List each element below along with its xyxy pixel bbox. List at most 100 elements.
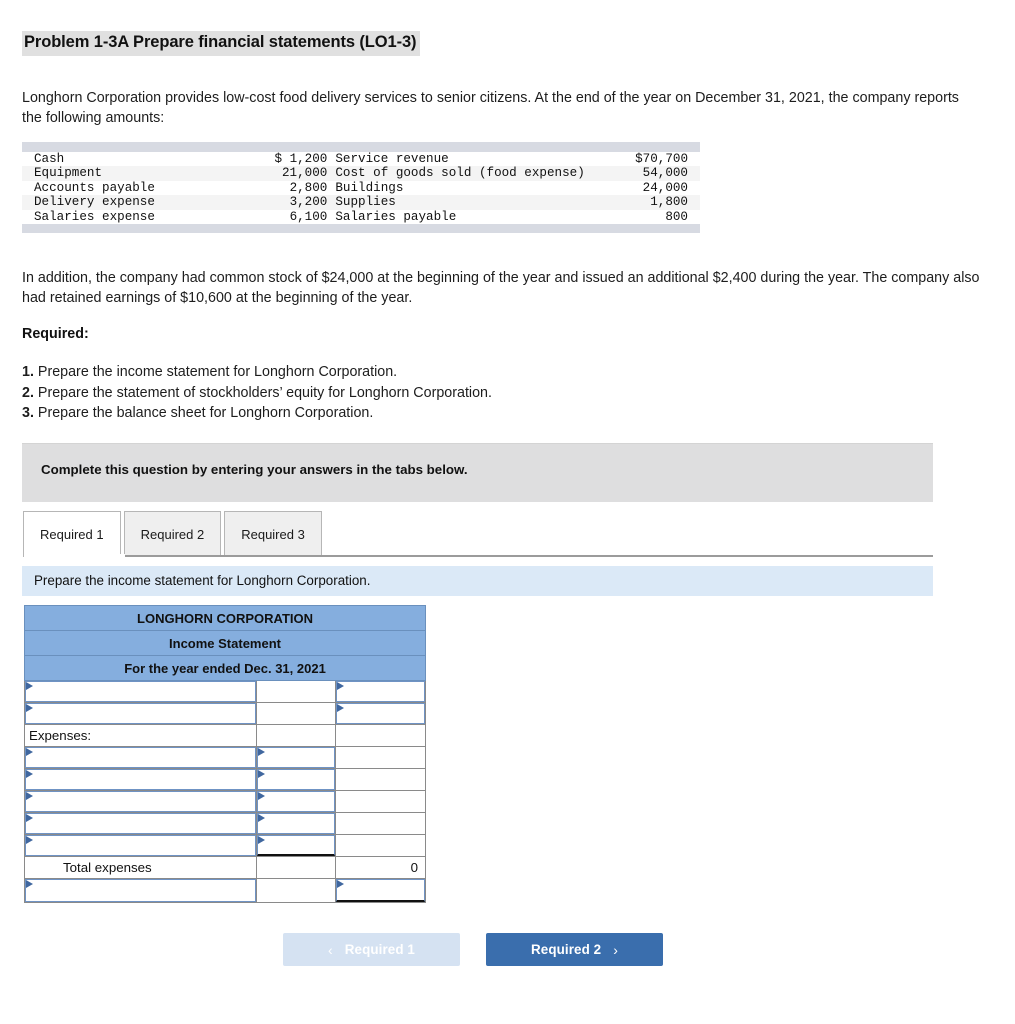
- expense-label-input-4[interactable]: [25, 813, 256, 834]
- expense-label-input-1[interactable]: [25, 747, 256, 768]
- revenue-amount-input-2[interactable]: [336, 703, 426, 724]
- worksheet-cell-col2[interactable]: [256, 812, 336, 835]
- worksheet-cell-label[interactable]: [24, 790, 257, 813]
- dropdown-wrapper[interactable]: [25, 703, 256, 724]
- expense-amount-input-3[interactable]: [257, 791, 335, 812]
- worksheet-cell-label[interactable]: [24, 768, 257, 791]
- tab-required-2[interactable]: Required 2: [123, 511, 222, 557]
- dropdown-wrapper[interactable]: [336, 681, 426, 702]
- revenue-label-input-1[interactable]: [25, 681, 256, 702]
- income-statement-worksheet: LONGHORN CORPORATION Income Statement Fo…: [23, 605, 427, 903]
- worksheet-cell-col3[interactable]: [334, 680, 427, 703]
- expense-amount-input-5[interactable]: [257, 835, 335, 856]
- dropdown-wrapper[interactable]: [257, 791, 335, 812]
- list-item: 2. Prepare the statement of stockholders…: [22, 383, 492, 404]
- dropdown-wrapper[interactable]: [25, 835, 256, 856]
- dropdown-wrapper[interactable]: [257, 813, 335, 834]
- dropdown-wrapper[interactable]: [257, 747, 335, 768]
- table-row: Cash $ 1,200 Service revenue $70,700: [22, 152, 700, 166]
- worksheet-cell-col2: [256, 680, 336, 703]
- net-income-amount-input[interactable]: [336, 879, 426, 902]
- worksheet-cell-label[interactable]: [24, 812, 257, 835]
- dropdown-wrapper[interactable]: [257, 769, 335, 790]
- worksheet-header-row: Income Statement: [23, 630, 427, 656]
- previous-requirement-button[interactable]: ‹ Required 1: [283, 933, 460, 966]
- worksheet-statement-name: Income Statement: [23, 630, 427, 656]
- worksheet-cell-col2[interactable]: [256, 790, 336, 813]
- expense-label-input-3[interactable]: [25, 791, 256, 812]
- complete-question-text: Complete this question by entering your …: [41, 462, 468, 477]
- expenses-section-label: Expenses:: [24, 724, 257, 747]
- net-income-label-input[interactable]: [25, 879, 256, 902]
- table-row: [24, 878, 427, 903]
- worksheet-cell-label[interactable]: [24, 834, 257, 857]
- expense-amount-input-2[interactable]: [257, 769, 335, 790]
- amounts-value-2: $70,700: [635, 152, 688, 166]
- expense-label-input-5[interactable]: [25, 835, 256, 856]
- amounts-table-grid: Cash $ 1,200 Service revenue $70,700 Equ…: [22, 152, 700, 224]
- dropdown-wrapper[interactable]: [25, 879, 256, 902]
- revenue-amount-input-1[interactable]: [336, 681, 426, 702]
- revenue-label-input-2[interactable]: [25, 703, 256, 724]
- worksheet-cell-col2: [256, 724, 336, 747]
- page-title: Problem 1-3A Prepare financial statement…: [22, 31, 421, 56]
- worksheet-cell-label[interactable]: [24, 746, 257, 769]
- tab-required-1[interactable]: Required 1: [23, 511, 121, 557]
- table-row: [24, 702, 427, 725]
- required-heading: Required:: [22, 326, 89, 342]
- dropdown-wrapper[interactable]: [257, 835, 335, 856]
- required-item-text: Prepare the statement of stockholders’ e…: [33, 384, 492, 401]
- worksheet-cell-label[interactable]: [24, 878, 257, 903]
- dropdown-wrapper[interactable]: [25, 791, 256, 812]
- dropdown-wrapper[interactable]: [336, 879, 426, 902]
- worksheet-cell-col2: [256, 856, 336, 879]
- amounts-label-2: Buildings: [335, 180, 404, 195]
- expense-amount-input-1[interactable]: [257, 747, 335, 768]
- amounts-value-1: 21,000: [251, 166, 328, 181]
- worksheet-period: For the year ended Dec. 31, 2021: [23, 655, 427, 681]
- amounts-label-1: Accounts payable: [34, 180, 155, 195]
- worksheet-cell-label[interactable]: [24, 680, 257, 703]
- amounts-value-2: 1,800: [635, 195, 700, 210]
- list-item: 1. Prepare the income statement for Long…: [22, 362, 492, 383]
- table-row: Salaries expense 6,100 Salaries payable …: [22, 210, 700, 224]
- table-row: [24, 680, 427, 703]
- next-requirement-button[interactable]: Required 2 ›: [486, 933, 663, 966]
- requirement-tabs: Required 1 Required 2 Required 3: [23, 509, 322, 557]
- required-item-text: Prepare the income statement for Longhor…: [33, 364, 398, 380]
- chevron-right-icon: ›: [613, 941, 618, 958]
- worksheet-cell-label[interactable]: [24, 702, 257, 725]
- required-list: 1. Prepare the income statement for Long…: [22, 362, 492, 424]
- tab-required-3[interactable]: Required 3: [224, 511, 322, 557]
- amounts-label-1: Cash: [34, 152, 65, 166]
- expense-label-input-2[interactable]: [25, 769, 256, 790]
- worksheet-cell-col2[interactable]: [256, 834, 336, 857]
- worksheet-cell-col3[interactable]: [334, 702, 427, 725]
- complete-question-banner: Complete this question by entering your …: [22, 443, 933, 502]
- table-row: Delivery expense 3,200 Supplies 1,800: [22, 195, 700, 210]
- dropdown-wrapper[interactable]: [25, 769, 256, 790]
- amounts-label-2: Supplies: [327, 195, 636, 210]
- tab-label: Required 2: [140, 527, 205, 542]
- tab-label: Required 1: [40, 527, 104, 542]
- dropdown-wrapper[interactable]: [25, 813, 256, 834]
- dropdown-wrapper[interactable]: [336, 703, 426, 724]
- worksheet-cell-col2[interactable]: [256, 768, 336, 791]
- previous-requirement-label: Required 1: [344, 942, 415, 957]
- amounts-value-1: 6,100: [289, 209, 328, 224]
- dropdown-wrapper[interactable]: [25, 681, 256, 702]
- sub-instruction-text: Prepare the income statement for Longhor…: [34, 573, 371, 588]
- amounts-label-2: Service revenue: [335, 152, 449, 166]
- amounts-table-bottom-band: [22, 224, 700, 234]
- amounts-label-1: Salaries expense: [34, 209, 155, 224]
- worksheet-cell-col3[interactable]: [334, 878, 427, 903]
- dropdown-wrapper[interactable]: [25, 747, 256, 768]
- worksheet-cell-col2[interactable]: [256, 746, 336, 769]
- expense-amount-input-4[interactable]: [257, 813, 335, 834]
- amounts-value-2: 800: [665, 209, 688, 224]
- required-item-number: 3.: [22, 405, 34, 421]
- required-item-number: 1.: [22, 364, 34, 380]
- table-row: [24, 768, 427, 791]
- amounts-label-1: Equipment: [22, 166, 252, 181]
- required-item-text: Prepare the balance sheet for Longhorn C…: [33, 405, 374, 421]
